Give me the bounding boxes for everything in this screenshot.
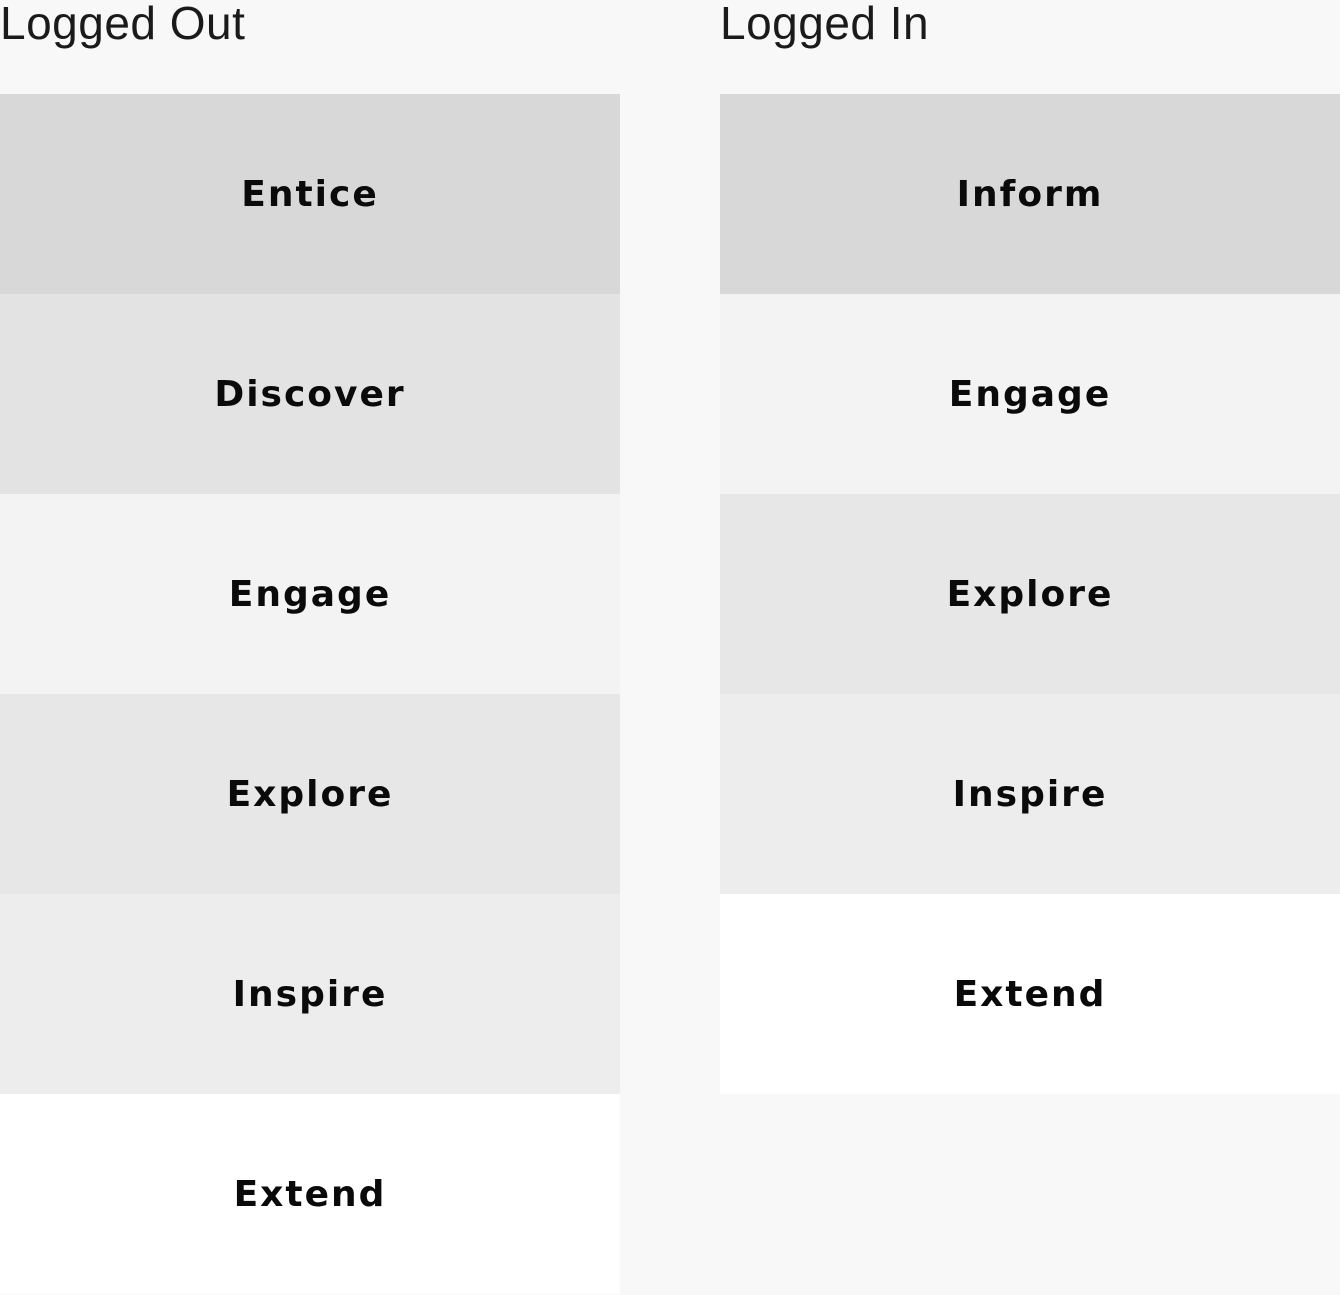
stage-block: Engage — [0, 494, 620, 694]
stage-block: Entice — [0, 94, 620, 294]
stage-block: Discover — [0, 294, 620, 494]
stage-block: Inform — [720, 94, 1340, 294]
logged-out-title: Logged Out — [0, 0, 246, 49]
stage-block: Extend — [0, 1094, 620, 1294]
logged-out-stages: Entice Discover Engage Explore Inspire Extend — [0, 94, 620, 1294]
logged-in-stages: Inform Engage Explore Inspire Extend — [720, 94, 1340, 1094]
stage-block: Explore — [720, 494, 1340, 694]
stage-block: Extend — [720, 894, 1340, 1094]
logged-in-title: Logged In — [720, 0, 930, 49]
stage-block: Explore — [0, 694, 620, 894]
logged-in-column: Logged In Inform Engage Explore Inspire Exte… — [720, 0, 1340, 1094]
stage-block: Inspire — [720, 694, 1340, 894]
logged-out-column: Logged Out Entice Discover Engage Explore In… — [0, 0, 620, 1294]
stage-block: Engage — [720, 294, 1340, 494]
stage-block: Inspire — [0, 894, 620, 1094]
